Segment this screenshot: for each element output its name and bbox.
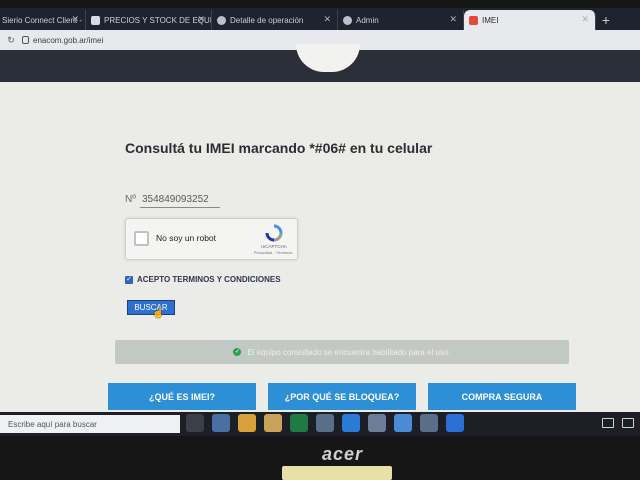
app-icon[interactable]	[316, 414, 334, 432]
header-logo-badge	[296, 44, 360, 72]
taskbar-search-placeholder: Escribe aquí para buscar	[8, 419, 97, 429]
tab-admin[interactable]: Admin ✕	[338, 10, 464, 30]
enacom-icon	[469, 16, 478, 25]
result-message: El equipo consultado se encuentra habili…	[247, 347, 451, 357]
tab-label: PRECIOS Y STOCK DE EQUIPO	[104, 15, 212, 25]
monitor-sticker	[282, 466, 392, 480]
file-explorer-icon[interactable]	[264, 414, 282, 432]
close-icon[interactable]: ✕	[197, 14, 205, 25]
tab-sierio-connect[interactable]: Sierio Connect Client - I ✕	[0, 10, 86, 30]
app-icon[interactable]	[420, 414, 438, 432]
imei-label: Nº	[125, 194, 136, 205]
app-icon[interactable]	[446, 414, 464, 432]
close-icon[interactable]: ✕	[581, 14, 589, 25]
tab-precios-stock[interactable]: PRECIOS Y STOCK DE EQUIPO ✕	[86, 10, 212, 30]
taskbar-apps	[186, 414, 472, 432]
lock-icon[interactable]	[22, 36, 29, 44]
app-icon[interactable]	[368, 414, 386, 432]
compra-segura-button[interactable]: COMPRA SEGURA	[428, 383, 576, 410]
main-content: Consultá tu IMEI marcando *#06# en tu ce…	[0, 82, 640, 412]
taskbar: Escribe aquí para buscar	[0, 412, 640, 436]
por-que-se-bloquea-button[interactable]: ¿POR QUÉ SE BLOQUEA?	[268, 383, 416, 410]
recaptcha-logo-icon	[265, 224, 283, 242]
url-text[interactable]: enacom.gob.ar/imei	[33, 36, 103, 45]
terms-label[interactable]: ACEPTO TERMINOS Y CONDICIONES	[137, 275, 281, 284]
recaptcha-label: No soy un robot	[156, 233, 217, 243]
que-es-imei-button[interactable]: ¿QUÉ ES IMEI?	[108, 383, 256, 410]
screen: Sierio Connect Client - I ✕ PRECIOS Y ST…	[0, 8, 640, 436]
globe-icon	[343, 16, 352, 25]
close-icon[interactable]: ✕	[449, 14, 457, 25]
reload-icon[interactable]: ↻	[6, 35, 16, 45]
notification-icon[interactable]	[622, 418, 634, 428]
recaptcha-links[interactable]: Privacidad - Términos	[248, 250, 298, 255]
monitor-brand-logo: acer	[322, 444, 364, 464]
close-icon[interactable]: ✕	[71, 14, 79, 25]
imei-input[interactable]	[140, 192, 220, 208]
recaptcha-brand: reCAPTCHA	[261, 244, 287, 249]
new-tab-button[interactable]: +	[596, 10, 616, 30]
file-app-icon[interactable]	[212, 414, 230, 432]
tab-imei[interactable]: IMEI ✕	[464, 10, 596, 30]
site-header	[0, 44, 640, 82]
tab-label: Detalle de operación	[230, 15, 304, 25]
monitor: Sierio Connect Client - I ✕ PRECIOS Y ST…	[0, 0, 640, 480]
chrome-icon[interactable]	[238, 414, 256, 432]
globe-icon	[217, 16, 226, 25]
result-banner: ✓ El equipo consultado se encuentra habi…	[115, 340, 569, 364]
keyboard-icon[interactable]	[602, 418, 614, 428]
edge-icon[interactable]	[342, 414, 360, 432]
tab-label: Admin	[356, 15, 379, 25]
check-circle-icon: ✓	[233, 348, 242, 356]
excel-icon[interactable]	[290, 414, 308, 432]
taskbar-search[interactable]: Escribe aquí para buscar	[0, 415, 180, 433]
doc-icon	[91, 16, 100, 25]
tab-label: IMEI	[482, 15, 499, 25]
recaptcha-checkbox[interactable]	[134, 231, 149, 246]
terms-checkbox[interactable]: ✓	[125, 275, 133, 284]
tab-strip: Sierio Connect Client - I ✕ PRECIOS Y ST…	[0, 8, 640, 30]
terms-row[interactable]: ✓ ACEPTO TERMINOS Y CONDICIONES	[125, 275, 281, 284]
recaptcha-widget: No soy un robot reCAPTCHA Privacidad - T…	[125, 218, 298, 260]
buscar-button[interactable]: BUSCAR	[127, 300, 175, 315]
task-view-icon[interactable]	[186, 414, 204, 432]
tab-detalle-operacion[interactable]: Detalle de operación ✕	[212, 10, 338, 30]
close-icon[interactable]: ✕	[323, 14, 331, 25]
app-icon[interactable]	[394, 414, 412, 432]
page-title: Consultá tu IMEI marcando *#06# en tu ce…	[125, 140, 433, 156]
mouse-cursor-icon: ☝	[152, 308, 165, 319]
system-tray	[594, 418, 634, 428]
